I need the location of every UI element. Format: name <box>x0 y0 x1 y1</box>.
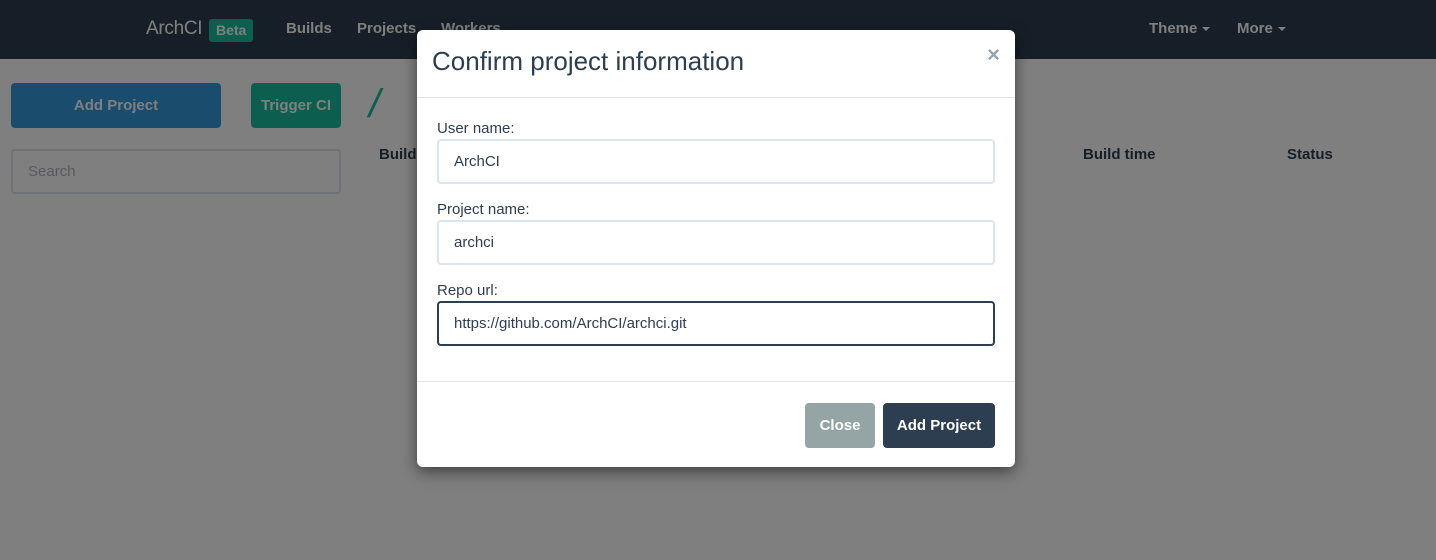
repo-url-label: Repo url: <box>437 282 498 299</box>
confirm-project-dialog: Confirm project information × User name:… <box>417 30 1015 467</box>
user-name-label: User name: <box>437 120 515 137</box>
repo-url-field[interactable] <box>437 301 995 346</box>
user-name-field[interactable] <box>437 139 995 184</box>
confirm-add-project-button[interactable]: Add Project <box>883 403 995 448</box>
close-icon[interactable]: × <box>987 42 1000 68</box>
modal-title: Confirm project information <box>432 46 745 76</box>
modal-header: Confirm project information × <box>417 30 1015 98</box>
modal-footer: Close Add Project <box>417 381 1015 468</box>
project-name-field[interactable] <box>437 220 995 265</box>
close-button[interactable]: Close <box>805 403 875 448</box>
project-name-label: Project name: <box>437 201 530 218</box>
